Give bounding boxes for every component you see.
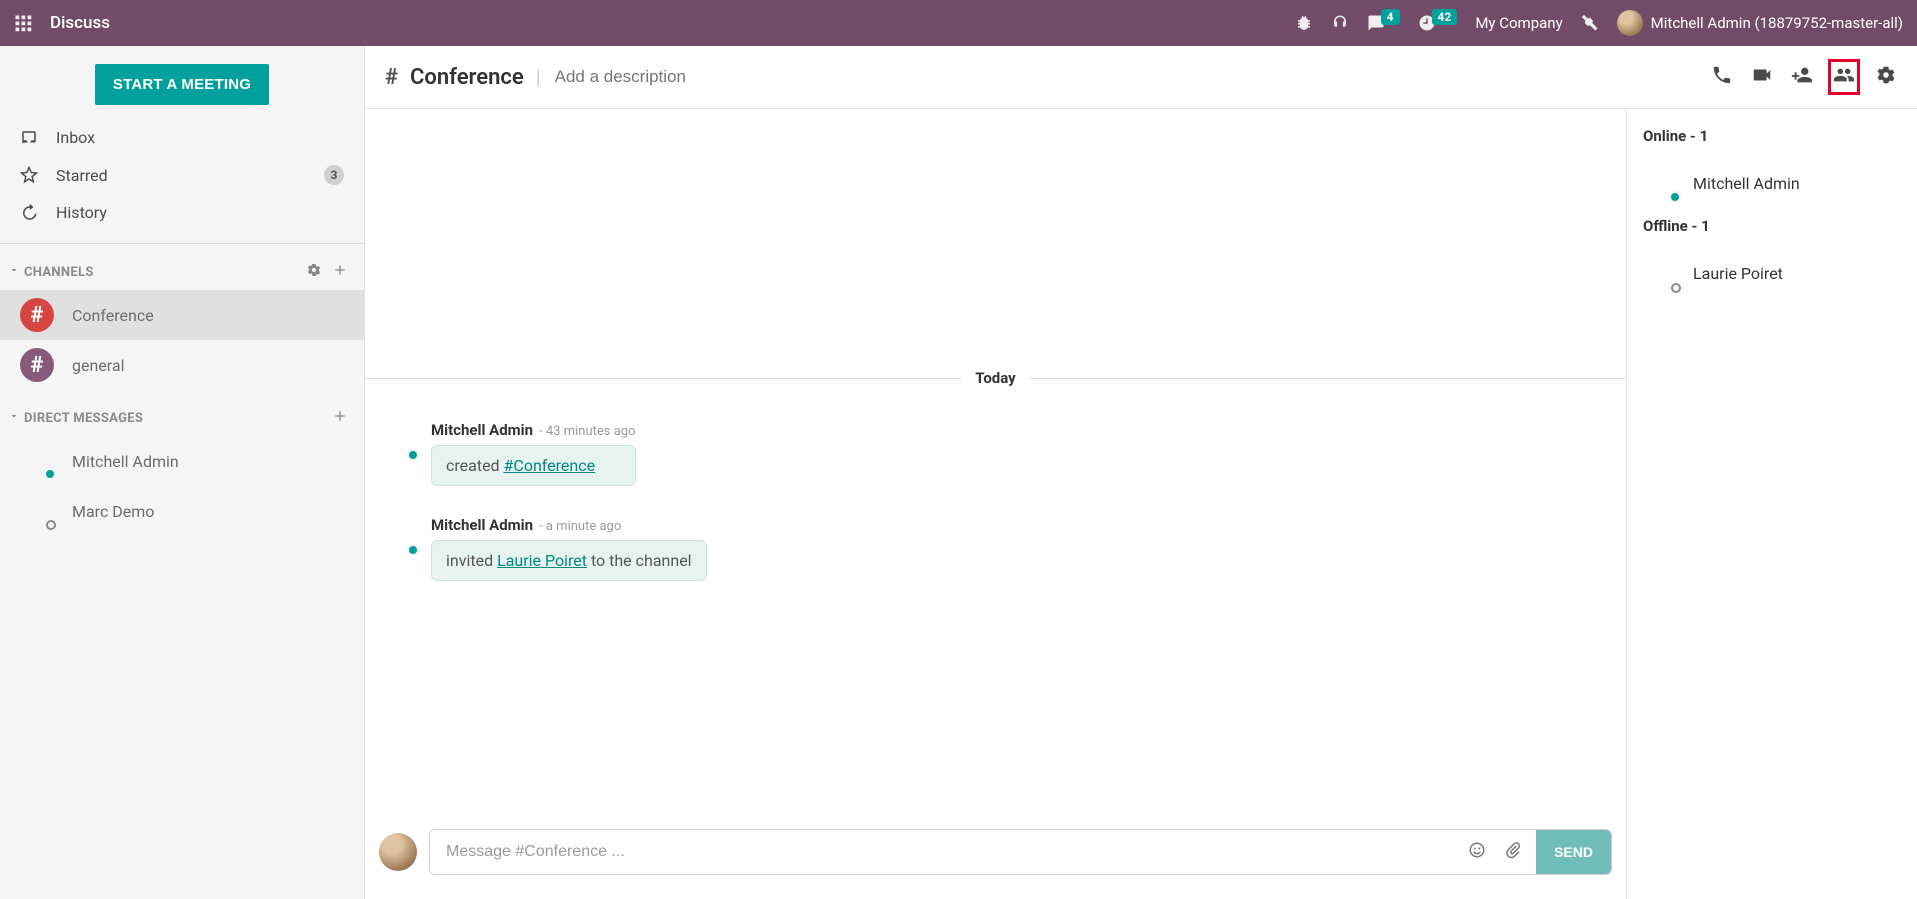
call-icon[interactable] <box>1711 64 1733 90</box>
member-name: Laurie Poiret <box>1693 264 1783 283</box>
dm-mitchell-admin[interactable]: Mitchell Admin <box>0 436 364 486</box>
messages-column: Today Mitchell Admin - 43 minutes ago <box>365 109 1627 899</box>
message-content: invited Laurie Poiret to the channel <box>431 540 707 581</box>
sidebar: START A MEETING Inbox Starred 3 History … <box>0 46 365 899</box>
chevron-down-icon[interactable] <box>8 264 20 280</box>
mailbox-label: Starred <box>56 166 108 185</box>
online-header: Online - 1 <box>1627 123 1917 153</box>
status-online-icon <box>407 544 419 556</box>
message: Mitchell Admin - 43 minutes ago created … <box>365 415 1626 510</box>
dm-label: Marc Demo <box>72 502 154 521</box>
app-title[interactable]: Discuss <box>50 13 110 33</box>
send-button[interactable]: SEND <box>1536 830 1611 874</box>
hash-icon: # <box>20 298 54 332</box>
channel-general[interactable]: # general <box>0 340 364 390</box>
mailbox-starred[interactable]: Starred 3 <box>0 156 364 194</box>
video-icon[interactable] <box>1751 64 1773 90</box>
dm-label: Mitchell Admin <box>72 452 179 471</box>
status-online-icon <box>44 468 56 480</box>
chevron-down-icon[interactable] <box>8 410 20 426</box>
channel-label: Conference <box>72 306 154 325</box>
members-panel: Online - 1 Mitchell Admin Offline - 1 La… <box>1627 109 1917 899</box>
messages-badge: 4 <box>1381 9 1400 25</box>
add-dm-icon[interactable] <box>332 408 348 428</box>
message: Mitchell Admin - a minute ago invited La… <box>365 510 1626 605</box>
navbar: Discuss 4 42 My Company Mitchell Admin ( <box>0 0 1917 46</box>
channel-settings-icon[interactable] <box>306 262 322 282</box>
member-row[interactable]: Mitchell Admin <box>1627 159 1917 207</box>
add-channel-icon[interactable] <box>332 262 348 282</box>
attachment-icon[interactable] <box>1504 841 1522 863</box>
dm-title: DIRECT MESSAGES <box>24 411 143 426</box>
message-link[interactable]: Laurie Poiret <box>497 551 587 570</box>
status-offline-icon <box>1671 283 1681 293</box>
tools-icon[interactable] <box>1581 14 1599 32</box>
thread-title: Conference <box>410 65 524 90</box>
mailbox-inbox[interactable]: Inbox <box>0 119 364 156</box>
star-icon <box>20 166 38 184</box>
message-time: - 43 minutes ago <box>539 424 635 439</box>
emoji-icon[interactable] <box>1468 841 1486 863</box>
user-menu[interactable]: Mitchell Admin (18879752-master-all) <box>1617 10 1903 36</box>
channels-title: CHANNELS <box>24 265 94 280</box>
add-user-icon[interactable] <box>1791 64 1813 90</box>
message-content: created #Conference <box>431 445 636 486</box>
user-name: Mitchell Admin (18879752-master-all) <box>1651 14 1903 32</box>
avatar <box>379 833 417 871</box>
members-icon[interactable] <box>1831 62 1857 92</box>
mailbox-label: Inbox <box>56 128 95 147</box>
message-author: Mitchell Admin <box>431 516 533 534</box>
separator: | <box>536 65 541 89</box>
activity-badge: 42 <box>1432 9 1458 25</box>
channel-conference[interactable]: # Conference <box>0 290 364 340</box>
message-input[interactable] <box>444 830 1454 874</box>
messages-indicator[interactable]: 4 <box>1367 14 1400 32</box>
status-offline-icon <box>46 520 56 530</box>
member-name: Mitchell Admin <box>1693 174 1800 193</box>
support-icon[interactable] <box>1331 14 1349 32</box>
status-online-icon <box>407 449 419 461</box>
user-avatar-icon <box>1617 10 1643 36</box>
thread-header: # Conference | <box>365 46 1917 109</box>
mailbox-history[interactable]: History <box>0 194 364 231</box>
dm-header: DIRECT MESSAGES <box>0 390 364 436</box>
day-label: Today <box>975 369 1015 387</box>
composer: SEND <box>365 817 1626 899</box>
inbox-icon <box>20 129 38 147</box>
hash-icon: # <box>20 348 54 382</box>
bug-icon[interactable] <box>1295 14 1313 32</box>
hash-symbol: # <box>385 65 398 90</box>
activity-indicator[interactable]: 42 <box>1418 14 1458 32</box>
channels-header: CHANNELS <box>0 244 364 290</box>
history-icon <box>20 204 38 222</box>
mailbox-label: History <box>56 203 107 222</box>
day-separator: Today <box>365 369 1626 387</box>
message-time: - a minute ago <box>539 519 621 534</box>
starred-count: 3 <box>324 165 344 185</box>
message-link[interactable]: #Conference <box>504 456 596 475</box>
offline-header: Offline - 1 <box>1627 213 1917 243</box>
message-author: Mitchell Admin <box>431 421 533 439</box>
content: # Conference | Today <box>365 46 1917 899</box>
company-switcher[interactable]: My Company <box>1475 14 1562 32</box>
start-meeting-button[interactable]: START A MEETING <box>95 64 269 105</box>
dm-marc-demo[interactable]: Marc Demo <box>0 486 364 536</box>
status-online-icon <box>1669 191 1681 203</box>
channel-label: general <box>72 356 125 375</box>
thread-description-input[interactable] <box>553 66 773 88</box>
settings-icon[interactable] <box>1875 64 1897 90</box>
member-row[interactable]: Laurie Poiret <box>1627 249 1917 297</box>
apps-icon[interactable] <box>14 14 32 32</box>
